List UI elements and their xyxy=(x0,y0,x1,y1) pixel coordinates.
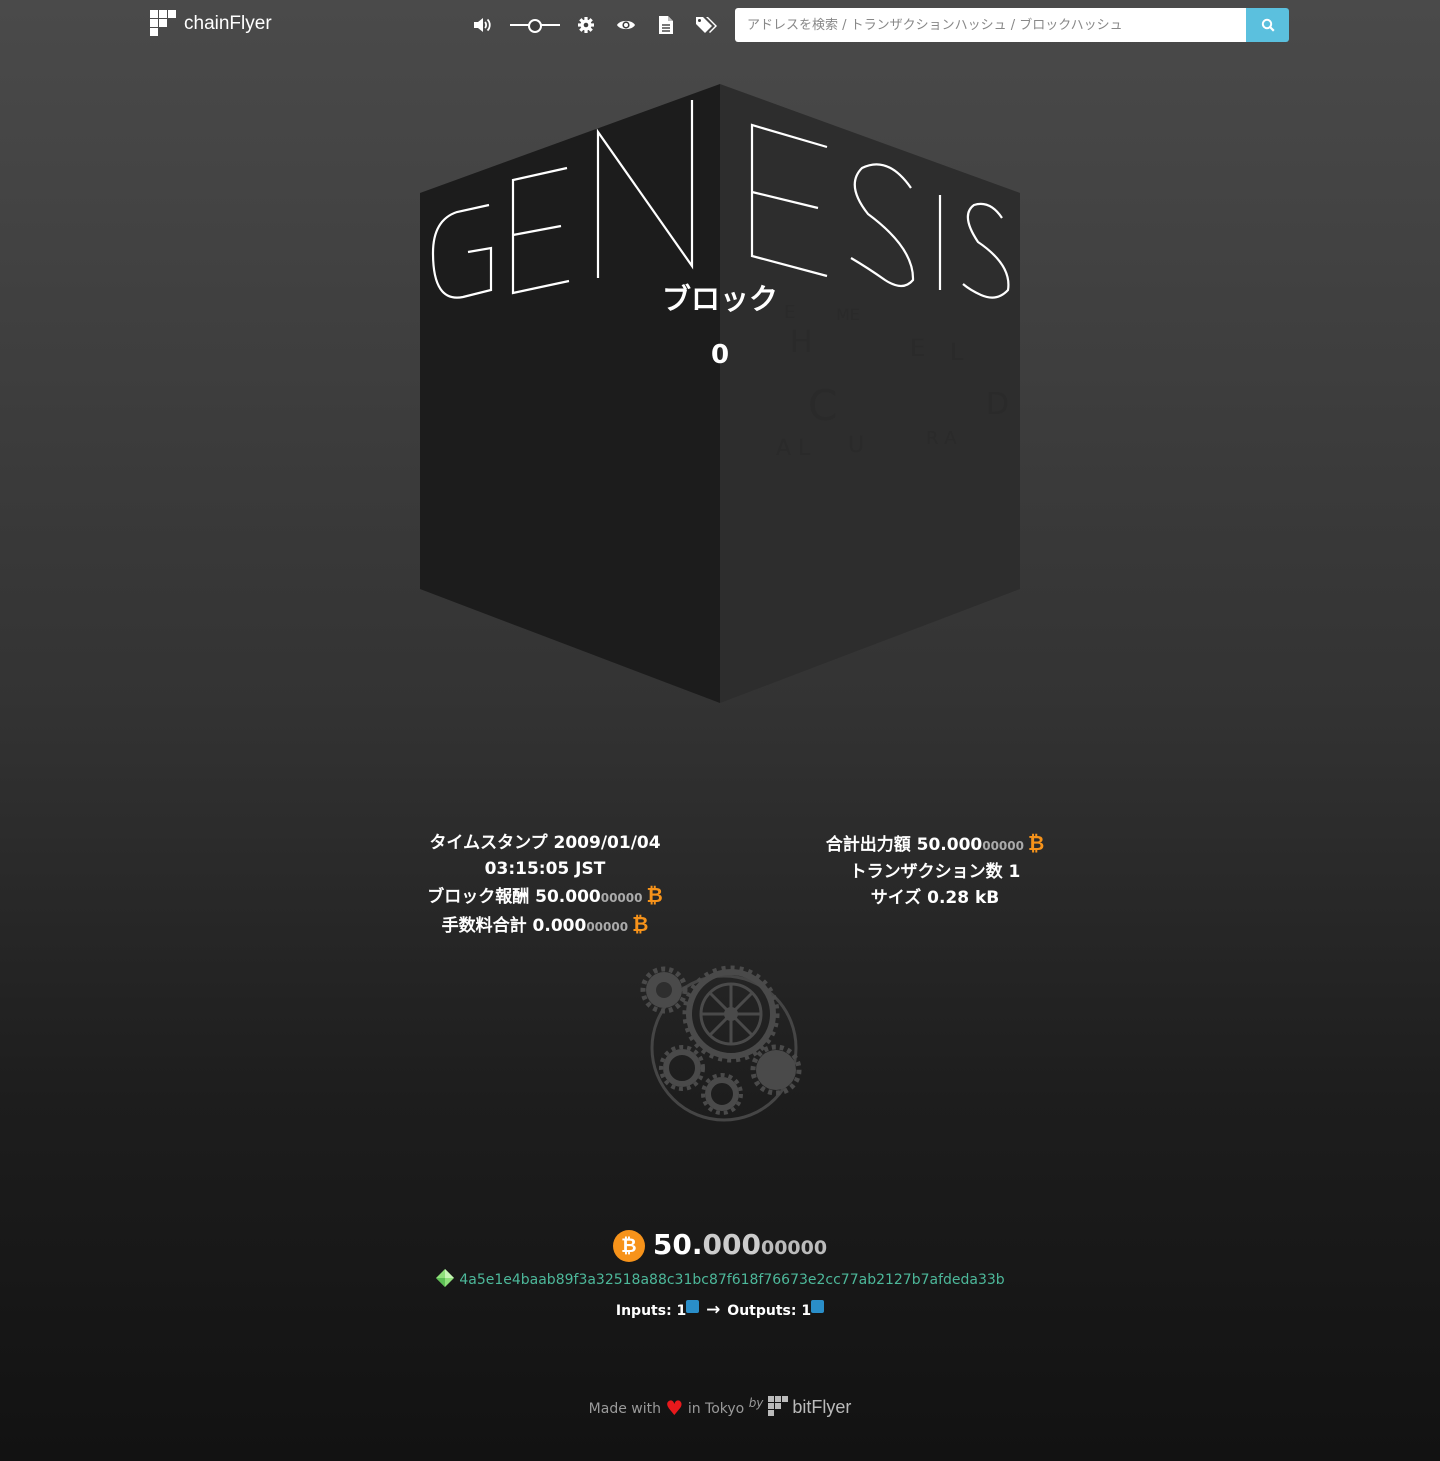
size-row: サイズ 0.28 kB xyxy=(785,885,1085,911)
tx-hash-row: 4a5e1e4baab89f3a32518a88c31bc87f618f7667… xyxy=(0,1268,1440,1288)
block-label: ブロック xyxy=(661,282,778,316)
timestamp-row: タイムスタンプ 2009/01/04 xyxy=(395,830,695,856)
tx-amount-dim: 000 xyxy=(702,1228,761,1261)
reward-row: ブロック報酬 50.00000000 ₿ xyxy=(395,882,695,911)
tx-amount: ₿ 50.00000000 xyxy=(0,1228,1440,1262)
io-arrow: → xyxy=(706,1300,721,1320)
svg-text:A L: A L xyxy=(776,436,811,461)
fee-row: 手数料合計 0.00000000 ₿ xyxy=(395,911,695,940)
timestamp-date: 2009/01/04 xyxy=(553,833,661,853)
tx-count-value: 1 xyxy=(1008,862,1021,882)
block-details-left: タイムスタンプ 2009/01/04 03:15:05 JST ブロック報酬 5… xyxy=(395,830,695,940)
bitcoin-icon: ₿ xyxy=(646,883,663,907)
tx-hash-link[interactable]: 4a5e1e4baab89f3a32518a88c31bc87f618f7667… xyxy=(459,1272,1004,1288)
fee-value: 0.000 xyxy=(532,916,587,936)
outputs-label: Outputs: xyxy=(727,1303,797,1319)
size-value: 0.28 kB xyxy=(927,888,1000,908)
total-output-row: 合計出力額 50.00000000 ₿ xyxy=(785,830,1085,859)
tx-io-row: Inputs: 1 → Outputs: 1 xyxy=(0,1300,1440,1320)
bitcoin-icon: ₿ xyxy=(632,912,649,936)
svg-text:R A: R A xyxy=(926,428,957,449)
svg-text:C: C xyxy=(808,381,837,430)
bitcoin-coin-icon: ₿ xyxy=(612,1230,645,1262)
in-tokyo-text: in Tokyo xyxy=(687,1401,745,1417)
timestamp-label: タイムスタンプ xyxy=(429,833,548,853)
fee-label: 手数料合計 xyxy=(441,916,527,936)
tx-count-row: トランザクション数 1 xyxy=(785,859,1085,885)
size-label: サイズ xyxy=(870,888,922,908)
genesis-cube: HEL CD A LUR A E ME xyxy=(420,84,1020,703)
gears-icon xyxy=(640,965,802,1122)
heart-icon: ♥ xyxy=(665,1396,684,1420)
reward-value: 50.000 xyxy=(535,887,601,907)
block-details-right: 合計出力額 50.00000000 ₿ トランザクション数 1 サイズ 0.28 … xyxy=(785,830,1085,911)
footer: Made with ♥ in Tokyo by bitFlyer xyxy=(0,1396,1440,1420)
tx-amount-int: 50. xyxy=(652,1228,703,1261)
total-output-value: 50.000 xyxy=(916,835,983,855)
reward-value-small: 00000 xyxy=(600,891,643,905)
tx-amount-small: 00000 xyxy=(760,1237,828,1259)
made-with-text: Made with xyxy=(588,1401,661,1417)
by-text: by xyxy=(748,1396,764,1410)
bitcoin-icon: ₿ xyxy=(1027,831,1045,855)
output-cube-icon[interactable] xyxy=(811,1300,825,1313)
tx-count-label: トランザクション数 xyxy=(849,862,1003,882)
total-output-value-small: 00000 xyxy=(982,839,1024,853)
input-cube-icon[interactable] xyxy=(686,1300,700,1313)
fee-value-small: 00000 xyxy=(586,920,629,934)
outputs-count: 1 xyxy=(801,1303,812,1319)
svg-text:D: D xyxy=(986,387,1009,422)
timestamp-time: 03:15:05 JST xyxy=(484,859,606,879)
diamond-icon xyxy=(436,1269,455,1287)
block-height: 0 xyxy=(710,340,730,370)
cube-left-face xyxy=(420,84,720,703)
cube-right-face xyxy=(720,84,1020,703)
inputs-label: Inputs: xyxy=(615,1303,672,1319)
reward-label: ブロック報酬 xyxy=(427,887,530,907)
svg-text:U: U xyxy=(848,433,864,458)
bitflyer-logo-mark xyxy=(767,1396,788,1416)
total-output-label: 合計出力額 xyxy=(825,835,911,855)
inputs-count: 1 xyxy=(676,1303,687,1319)
bitflyer-link[interactable]: bitFlyer xyxy=(792,1397,851,1417)
